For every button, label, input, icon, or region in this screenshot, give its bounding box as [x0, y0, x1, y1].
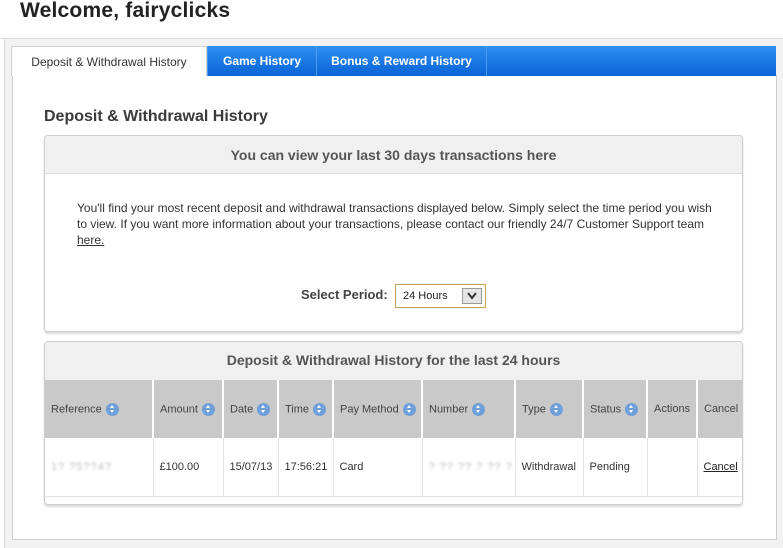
col-date[interactable]: Date	[223, 380, 279, 438]
cell-amount: £100.00	[153, 438, 224, 497]
history-box: Deposit & Withdrawal History for the las…	[44, 341, 743, 505]
cell-status: Pending	[583, 438, 648, 497]
sort-icon[interactable]	[472, 402, 486, 416]
col-type[interactable]: Type	[515, 380, 584, 438]
col-status-label: Status	[590, 402, 622, 415]
info-text: You'll find your most recent deposit and…	[77, 200, 717, 248]
col-amount[interactable]: Amount	[153, 380, 224, 438]
col-status[interactable]: Status	[583, 380, 648, 438]
col-cancel: Cancel	[697, 380, 742, 438]
col-reference[interactable]: Reference	[45, 380, 154, 438]
support-link[interactable]: here.	[77, 233, 104, 247]
tab-game-history[interactable]: Game History	[207, 46, 316, 76]
history-heading: Deposit & Withdrawal History for the las…	[45, 342, 742, 380]
period-label: Select Period:	[301, 287, 388, 302]
cancel-link[interactable]: Cancel	[704, 461, 738, 473]
col-actions: Actions	[647, 380, 698, 438]
col-number-label: Number	[429, 402, 469, 415]
period-select-value: 24 Hours	[403, 290, 448, 302]
info-box: You can view your last 30 days transacti…	[44, 135, 743, 332]
tab-bar-fill	[486, 46, 776, 76]
history-table: Reference Amount Date Time Pay Method Nu…	[45, 380, 742, 497]
cell-number: ? ?? ?? ? ?? ?	[422, 438, 516, 497]
table-header-row: Reference Amount Date Time Pay Method Nu…	[45, 380, 742, 438]
col-pay-method-label: Pay Method	[340, 402, 399, 415]
info-heading: You can view your last 30 days transacti…	[45, 136, 742, 174]
sort-icon[interactable]	[549, 402, 563, 416]
cell-reference: 1? ?5??4?	[45, 438, 154, 497]
cell-cancel: Cancel	[697, 438, 742, 497]
section-title: Deposit & Withdrawal History	[44, 108, 268, 125]
col-time[interactable]: Time	[278, 380, 334, 438]
col-number[interactable]: Number	[422, 380, 516, 438]
col-date-label: Date	[230, 402, 254, 415]
sort-icon[interactable]	[105, 402, 119, 416]
info-text-body: You'll find your most recent deposit and…	[77, 201, 712, 231]
sort-icon[interactable]	[313, 402, 327, 416]
sort-icon[interactable]	[257, 402, 271, 416]
sort-icon[interactable]	[625, 402, 639, 416]
sort-icon[interactable]	[402, 402, 416, 416]
tab-deposit-withdrawal-history[interactable]: Deposit & Withdrawal History	[11, 46, 207, 76]
col-pay-method[interactable]: Pay Method	[333, 380, 423, 438]
top-header: Welcome, fairyclicks	[0, 0, 783, 39]
col-reference-label: Reference	[51, 402, 102, 415]
cell-type: Withdrawal	[515, 438, 584, 497]
col-amount-label: Amount	[160, 402, 198, 415]
chevron-down-icon[interactable]	[462, 288, 482, 304]
sort-icon[interactable]	[201, 402, 215, 416]
cell-actions	[647, 438, 698, 497]
cell-time: 17:56:21	[278, 438, 334, 497]
welcome-title: Welcome, fairyclicks	[20, 0, 231, 22]
col-time-label: Time	[285, 402, 310, 415]
col-type-label: Type	[522, 402, 546, 415]
tab-bonus-reward-history[interactable]: Bonus & Reward History	[316, 46, 486, 76]
cell-pay-method: Card	[333, 438, 423, 497]
table-row: 1? ?5??4? £100.00 15/07/13 17:56:21 Card…	[45, 438, 742, 497]
period-select[interactable]: 24 Hours	[395, 284, 486, 308]
cell-date: 15/07/13	[223, 438, 279, 497]
